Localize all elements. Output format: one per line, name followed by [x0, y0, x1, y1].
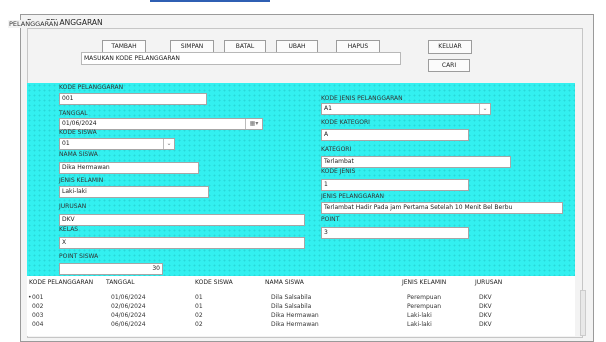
kode-siswa-value: 01 [62, 140, 70, 147]
cell-nama-siswa[interactable]: Dika Hermawan [271, 312, 319, 319]
kode-kategori-field[interactable]: A [321, 129, 469, 141]
tanggal-value: 01/06/2024 [62, 120, 97, 127]
cell-kode-siswa[interactable]: 02 [195, 312, 203, 319]
kode-jenis-pelanggaran-label: KODE JENIS PELANGGARAN [321, 95, 403, 102]
cell-jurusan[interactable]: DKV [479, 303, 492, 310]
cell-jenis-kelamin[interactable]: Perempuan [407, 303, 441, 310]
kode-kategori-label: KODE KATEGORI [321, 119, 370, 126]
kode-jenis-field[interactable]: 1 [321, 179, 469, 191]
kode-siswa-label: KODE SISWA [59, 129, 97, 136]
kode-jenis-pelanggaran-value: A1 [324, 105, 332, 112]
cell-kode-pelanggaran[interactable]: 001 [32, 294, 43, 301]
jurusan-label: JURUSAN [59, 203, 87, 210]
cell-kode-pelanggaran[interactable]: 003 [32, 312, 43, 319]
point-field[interactable]: 3 [321, 227, 469, 239]
cell-jenis-kelamin[interactable]: Laki-laki [407, 321, 432, 328]
nama-siswa-field[interactable]: Dika Hermawan [59, 162, 199, 174]
cell-kode-pelanggaran[interactable]: 004 [32, 321, 43, 328]
table-row[interactable]: 003 04/06/2024 02 Dika Hermawan Laki-lak… [27, 312, 575, 321]
jenis-kelamin-field[interactable]: Laki-laki [59, 186, 209, 198]
column-header[interactable]: KODE PELANGGARAN [29, 279, 93, 286]
cell-kode-siswa[interactable]: 01 [195, 294, 203, 301]
calendar-icon[interactable]: ▦▾ [245, 119, 262, 129]
groupbox-label: PELANGGARAN [8, 20, 60, 28]
cell-tanggal[interactable]: 04/06/2024 [111, 312, 146, 319]
column-header[interactable]: JENIS KELAMIN [402, 279, 446, 286]
chevron-down-icon[interactable]: ⌄ [479, 104, 490, 114]
search-input[interactable]: MASUKAN KODE PELANGGARAN [81, 52, 401, 65]
jenis-pelanggaran-label: JENIS PELANGGARAN [321, 193, 384, 200]
kode-jenis-label: KODE JENIS [321, 168, 356, 175]
chevron-down-icon[interactable]: ⌄ [163, 139, 174, 149]
table-row[interactable]: • 001 01/06/2024 01 Dila Salsabila Perem… [27, 294, 575, 303]
cell-kode-pelanggaran[interactable]: 002 [32, 303, 43, 310]
table-scrollbar[interactable] [580, 290, 586, 336]
nama-siswa-label: NAMA SISWA [59, 151, 98, 158]
column-header[interactable]: NAMA SISWA [265, 279, 304, 286]
tanggal-label: TANGGAL [59, 110, 88, 117]
table-header: KODE PELANGGARAN TANGGAL KODE SISWA NAMA… [27, 279, 575, 288]
keluar-button[interactable]: KELUAR [428, 40, 472, 54]
table-row[interactable]: 002 02/06/2024 01 Dila Salsabila Perempu… [27, 303, 575, 312]
form-panel: KODE PELANGGARAN 001 TANGGAL 01/06/2024 … [27, 83, 575, 276]
point-siswa-field[interactable]: 30 [59, 263, 163, 275]
point-label: POINT [321, 216, 340, 223]
jenis-pelanggaran-field[interactable]: Terlambat Hadir Pada jam Pertama Setelah… [321, 202, 563, 214]
cell-tanggal[interactable]: 02/06/2024 [111, 303, 146, 310]
cell-kode-siswa[interactable]: 01 [195, 303, 203, 310]
point-siswa-label: POINT SISWA [59, 253, 99, 260]
kode-pelanggaran-field[interactable]: 001 [59, 93, 207, 105]
pelanggaran-table[interactable]: KODE PELANGGARAN TANGGAL KODE SISWA NAMA… [27, 276, 586, 336]
table-row[interactable]: 004 06/06/2024 02 Dika Hermawan Laki-lak… [27, 321, 575, 330]
cell-jurusan[interactable]: DKV [479, 312, 492, 319]
window-top-accent [150, 0, 270, 2]
cari-button[interactable]: CARI [428, 59, 470, 72]
jenis-kelamin-label: JENIS KELAMIN [59, 177, 104, 184]
cell-jurusan[interactable]: DKV [479, 294, 492, 301]
column-header[interactable]: KODE SISWA [195, 279, 233, 286]
kelas-label: KELAS [59, 226, 79, 233]
column-header[interactable]: JURUSAN [475, 279, 502, 286]
jurusan-field[interactable]: DKV [59, 214, 305, 226]
kategori-label: KATEGORI [321, 146, 352, 153]
kode-pelanggaran-label: KODE PELANGGARAN [59, 84, 124, 91]
cell-kode-siswa[interactable]: 02 [195, 321, 203, 328]
cell-nama-siswa[interactable]: Dika Hermawan [271, 321, 319, 328]
cell-nama-siswa[interactable]: Dila Salsabila [271, 303, 311, 310]
current-row-indicator: • [28, 294, 32, 301]
cell-nama-siswa[interactable]: Dila Salsabila [271, 294, 311, 301]
cell-jurusan[interactable]: DKV [479, 321, 492, 328]
kode-siswa-select[interactable]: 01 ⌄ [59, 138, 175, 150]
cell-tanggal[interactable]: 06/06/2024 [111, 321, 146, 328]
kategori-field[interactable]: Terlambat [321, 156, 511, 168]
kode-jenis-pelanggaran-select[interactable]: A1 ⌄ [321, 103, 491, 115]
kelas-field[interactable]: X [59, 237, 305, 249]
cell-jenis-kelamin[interactable]: Laki-laki [407, 312, 432, 319]
cell-jenis-kelamin[interactable]: Perempuan [407, 294, 441, 301]
column-header[interactable]: TANGGAL [106, 279, 135, 286]
cell-tanggal[interactable]: 01/06/2024 [111, 294, 146, 301]
